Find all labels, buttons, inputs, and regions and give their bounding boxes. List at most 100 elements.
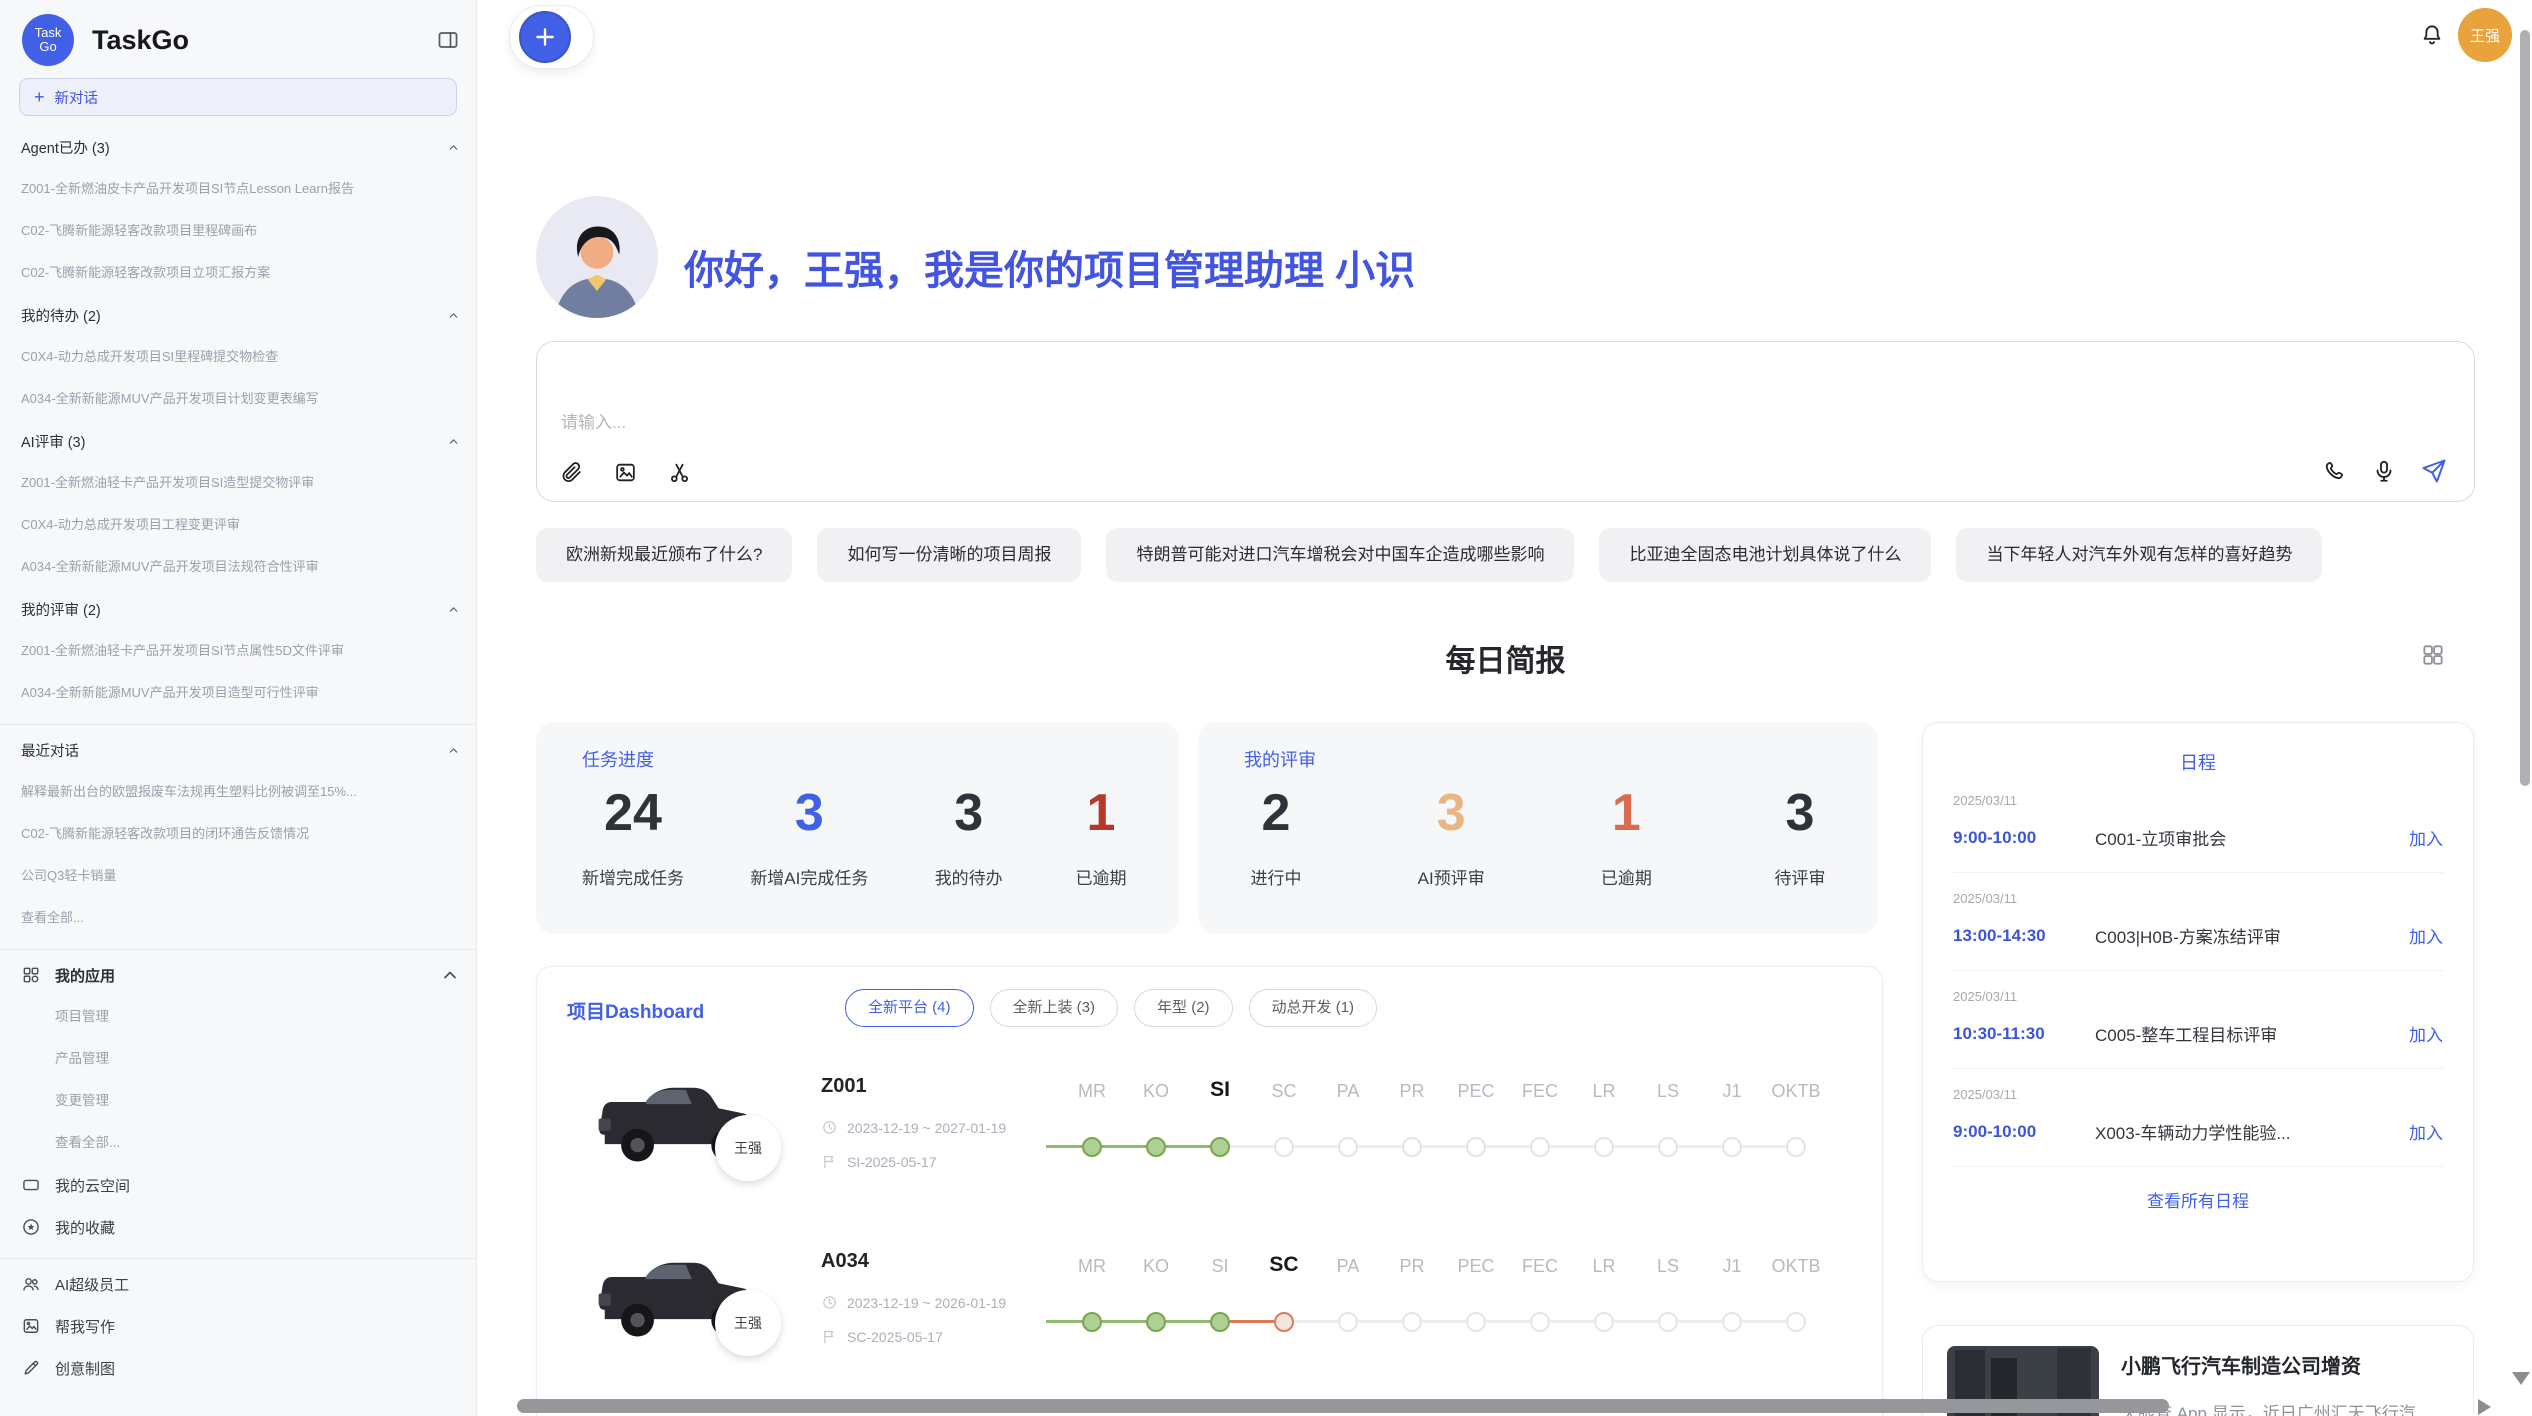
milestone-dot [1274,1137,1294,1157]
sidebar-link-label: 我的云空间 [55,1175,130,1196]
join-meeting-link[interactable]: 加入 [2409,923,2443,948]
sidebar-section-header[interactable]: Agent已办 (3) [0,126,476,168]
sidebar-item[interactable]: C02-飞腾新能源轻客改款项目里程碑画布 [0,210,476,252]
app-item[interactable]: 变更管理 [0,1080,476,1122]
dashboard-tab[interactable]: 动总开发 (1) [1249,989,1378,1027]
recent-conversation-item[interactable]: 解释最新出台的欧盟报废车法规再生塑料比例被调至15%... [0,771,476,813]
sidebar-section-header[interactable]: 我的评审 (2) [0,588,476,630]
recent-conversation-item[interactable]: C02-飞腾新能源轻客改款项目的闭环通告反馈情况 [0,813,476,855]
milestone-label: SI [1188,1256,1252,1277]
user-avatar[interactable]: 王强 [2458,8,2512,62]
dashboard-title: 项目Dashboard [567,997,704,1024]
image-icon [21,1316,41,1336]
project-milestone-tag: SC-2025-05-17 [821,1328,943,1345]
milestone-dot [1338,1137,1358,1157]
milestone-label: J1 [1700,1256,1764,1277]
dashboard-tab[interactable]: 全新上装 (3) [990,989,1119,1027]
notification-bell-icon[interactable] [2419,22,2445,48]
schedule-time: 9:00-10:00 [1953,1122,2095,1142]
image-icon[interactable] [613,460,638,485]
sidebar-item[interactable]: C02-飞腾新能源轻客改款项目立项汇报方案 [0,252,476,294]
layout-grid-icon[interactable] [2420,642,2446,668]
suggestion-chip[interactable]: 欧洲新规最近颁布了什么? [536,528,792,582]
logo-text-top: Task [35,26,62,40]
scroll-right-arrow[interactable] [2478,1399,2491,1415]
my-apps-header[interactable]: 我的应用 [0,954,476,996]
paperclip-icon[interactable] [559,460,584,485]
pen-icon [21,1358,41,1378]
milestone-dot [1146,1137,1166,1157]
sidebar-item[interactable]: C0X4-动力总成开发项目SI里程碑提交物检查 [0,336,476,378]
sidebar-item[interactable]: Z001-全新燃油轻卡产品开发项目SI造型提交物评审 [0,462,476,504]
new-chat-button[interactable]: + 新对话 [19,78,457,116]
sidebar-tool-image[interactable]: 帮我写作 [0,1305,476,1347]
stat: 2进行中 [1244,782,1308,889]
schedule-name: C005-整车工程目标评审 [2095,1021,2409,1046]
milestone-label: MR [1060,1256,1124,1277]
stat-label: 新增AI完成任务 [750,864,868,889]
composer-actions [2322,457,2448,485]
stat-label: AI预评审 [1418,864,1485,889]
milestone-tag-text: SC-2025-05-17 [847,1329,943,1345]
milestone-label: LS [1636,1256,1700,1277]
milestone-label: FEC [1508,1256,1572,1277]
sidebar-tool-users[interactable]: AI超级员工 [0,1263,476,1305]
milestone-label: LR [1572,1081,1636,1102]
logo-text-bottom: Go [39,40,56,54]
suggestion-chip[interactable]: 当下年轻人对汽车外观有怎样的喜好趋势 [1956,528,2322,582]
milestone-dot [1210,1312,1230,1332]
sidebar-link-star-badge[interactable]: 我的收藏 [0,1206,476,1248]
view-all-schedule-link[interactable]: 查看所有日程 [1953,1187,2443,1212]
suggestion-chip[interactable]: 特朗普可能对进口汽车增税会对中国车企造成哪些影响 [1106,528,1574,582]
sidebar-link-cloud-drive[interactable]: 我的云空间 [0,1164,476,1206]
suggestion-chip[interactable]: 如何写一份清晰的项目周报 [817,528,1081,582]
recent-conversation-item[interactable]: 公司Q3轻卡销量 [0,855,476,897]
microphone-icon[interactable] [2371,458,2397,484]
view-all-conversations-link[interactable]: 查看全部... [0,897,476,939]
app-item[interactable]: 产品管理 [0,1038,476,1080]
milestone-label: SC [1252,1253,1316,1277]
sidebar-collapse-icon[interactable] [436,28,460,52]
taskgo-app: Task Go TaskGo + 新对话 Agent已办 (3)Z001-全新燃… [0,0,2532,1416]
sidebar-item[interactable]: A034-全新新能源MUV产品开发项目法规符合性评审 [0,546,476,588]
flag-icon [821,1153,838,1170]
scroll-down-arrow[interactable] [2512,1372,2530,1385]
sidebar-item[interactable]: Z001-全新燃油皮卡产品开发项目SI节点Lesson Learn报告 [0,168,476,210]
stat: 1已逾期 [1594,782,1658,889]
schedule-title: 日程 [1953,749,2443,775]
join-meeting-link[interactable]: 加入 [2409,825,2443,850]
schedule-row: 13:00-14:30C003|H0B-方案冻结评审加入 [1953,923,2443,948]
cloud-drive-icon [21,1175,41,1195]
sidebar-item[interactable]: A034-全新新能源MUV产品开发项目造型可行性评审 [0,672,476,714]
horizontal-scrollbar[interactable] [517,1399,2169,1413]
phone-icon[interactable] [2322,458,2348,484]
app-item[interactable]: 项目管理 [0,996,476,1038]
sidebar-section-header[interactable]: 我的待办 (2) [0,294,476,336]
send-icon[interactable] [2420,457,2448,485]
apps-icon [21,965,41,985]
sidebar-section-header[interactable]: AI评审 (3) [0,420,476,462]
scissors-icon[interactable] [667,460,692,485]
date-range-text: 2023-12-19 ~ 2027-01-19 [847,1120,1006,1136]
schedule-card: 日程 2025/03/119:00-10:00C001-立项审批会加入2025/… [1922,722,2474,1282]
suggestion-chip[interactable]: 比亚迪全固态电池计划具体说了什么 [1599,528,1931,582]
join-meeting-link[interactable]: 加入 [2409,1021,2443,1046]
dashboard-tab[interactable]: 全新平台 (4) [845,989,974,1027]
chat-input[interactable] [559,400,2163,446]
recent-conversations-header[interactable]: 最近对话 [0,729,476,771]
milestone-label: PA [1316,1256,1380,1277]
view-all-apps-link[interactable]: 查看全部... [0,1122,476,1164]
sidebar-item[interactable]: Z001-全新燃油轻卡产品开发项目SI节点属性5D文件评审 [0,630,476,672]
sidebar-item[interactable]: C0X4-动力总成开发项目工程变更评审 [0,504,476,546]
sidebar-tool-label: 帮我写作 [55,1316,115,1337]
sidebar-tool-pen[interactable]: 创意制图 [0,1347,476,1389]
join-meeting-link[interactable]: 加入 [2409,1119,2443,1144]
sidebar-item[interactable]: A034-全新新能源MUV产品开发项目计划变更表编写 [0,378,476,420]
chevron-up-icon [447,603,460,616]
dashboard-tab[interactable]: 年型 (2) [1134,989,1233,1027]
stat-row: 24新增完成任务3新增AI完成任务3我的待办1已逾期 [582,782,1133,889]
vertical-scrollbar[interactable] [2520,30,2530,786]
chevron-up-icon [447,744,460,757]
add-member-button[interactable] [519,11,571,63]
schedule-date: 2025/03/11 [1953,891,2443,906]
